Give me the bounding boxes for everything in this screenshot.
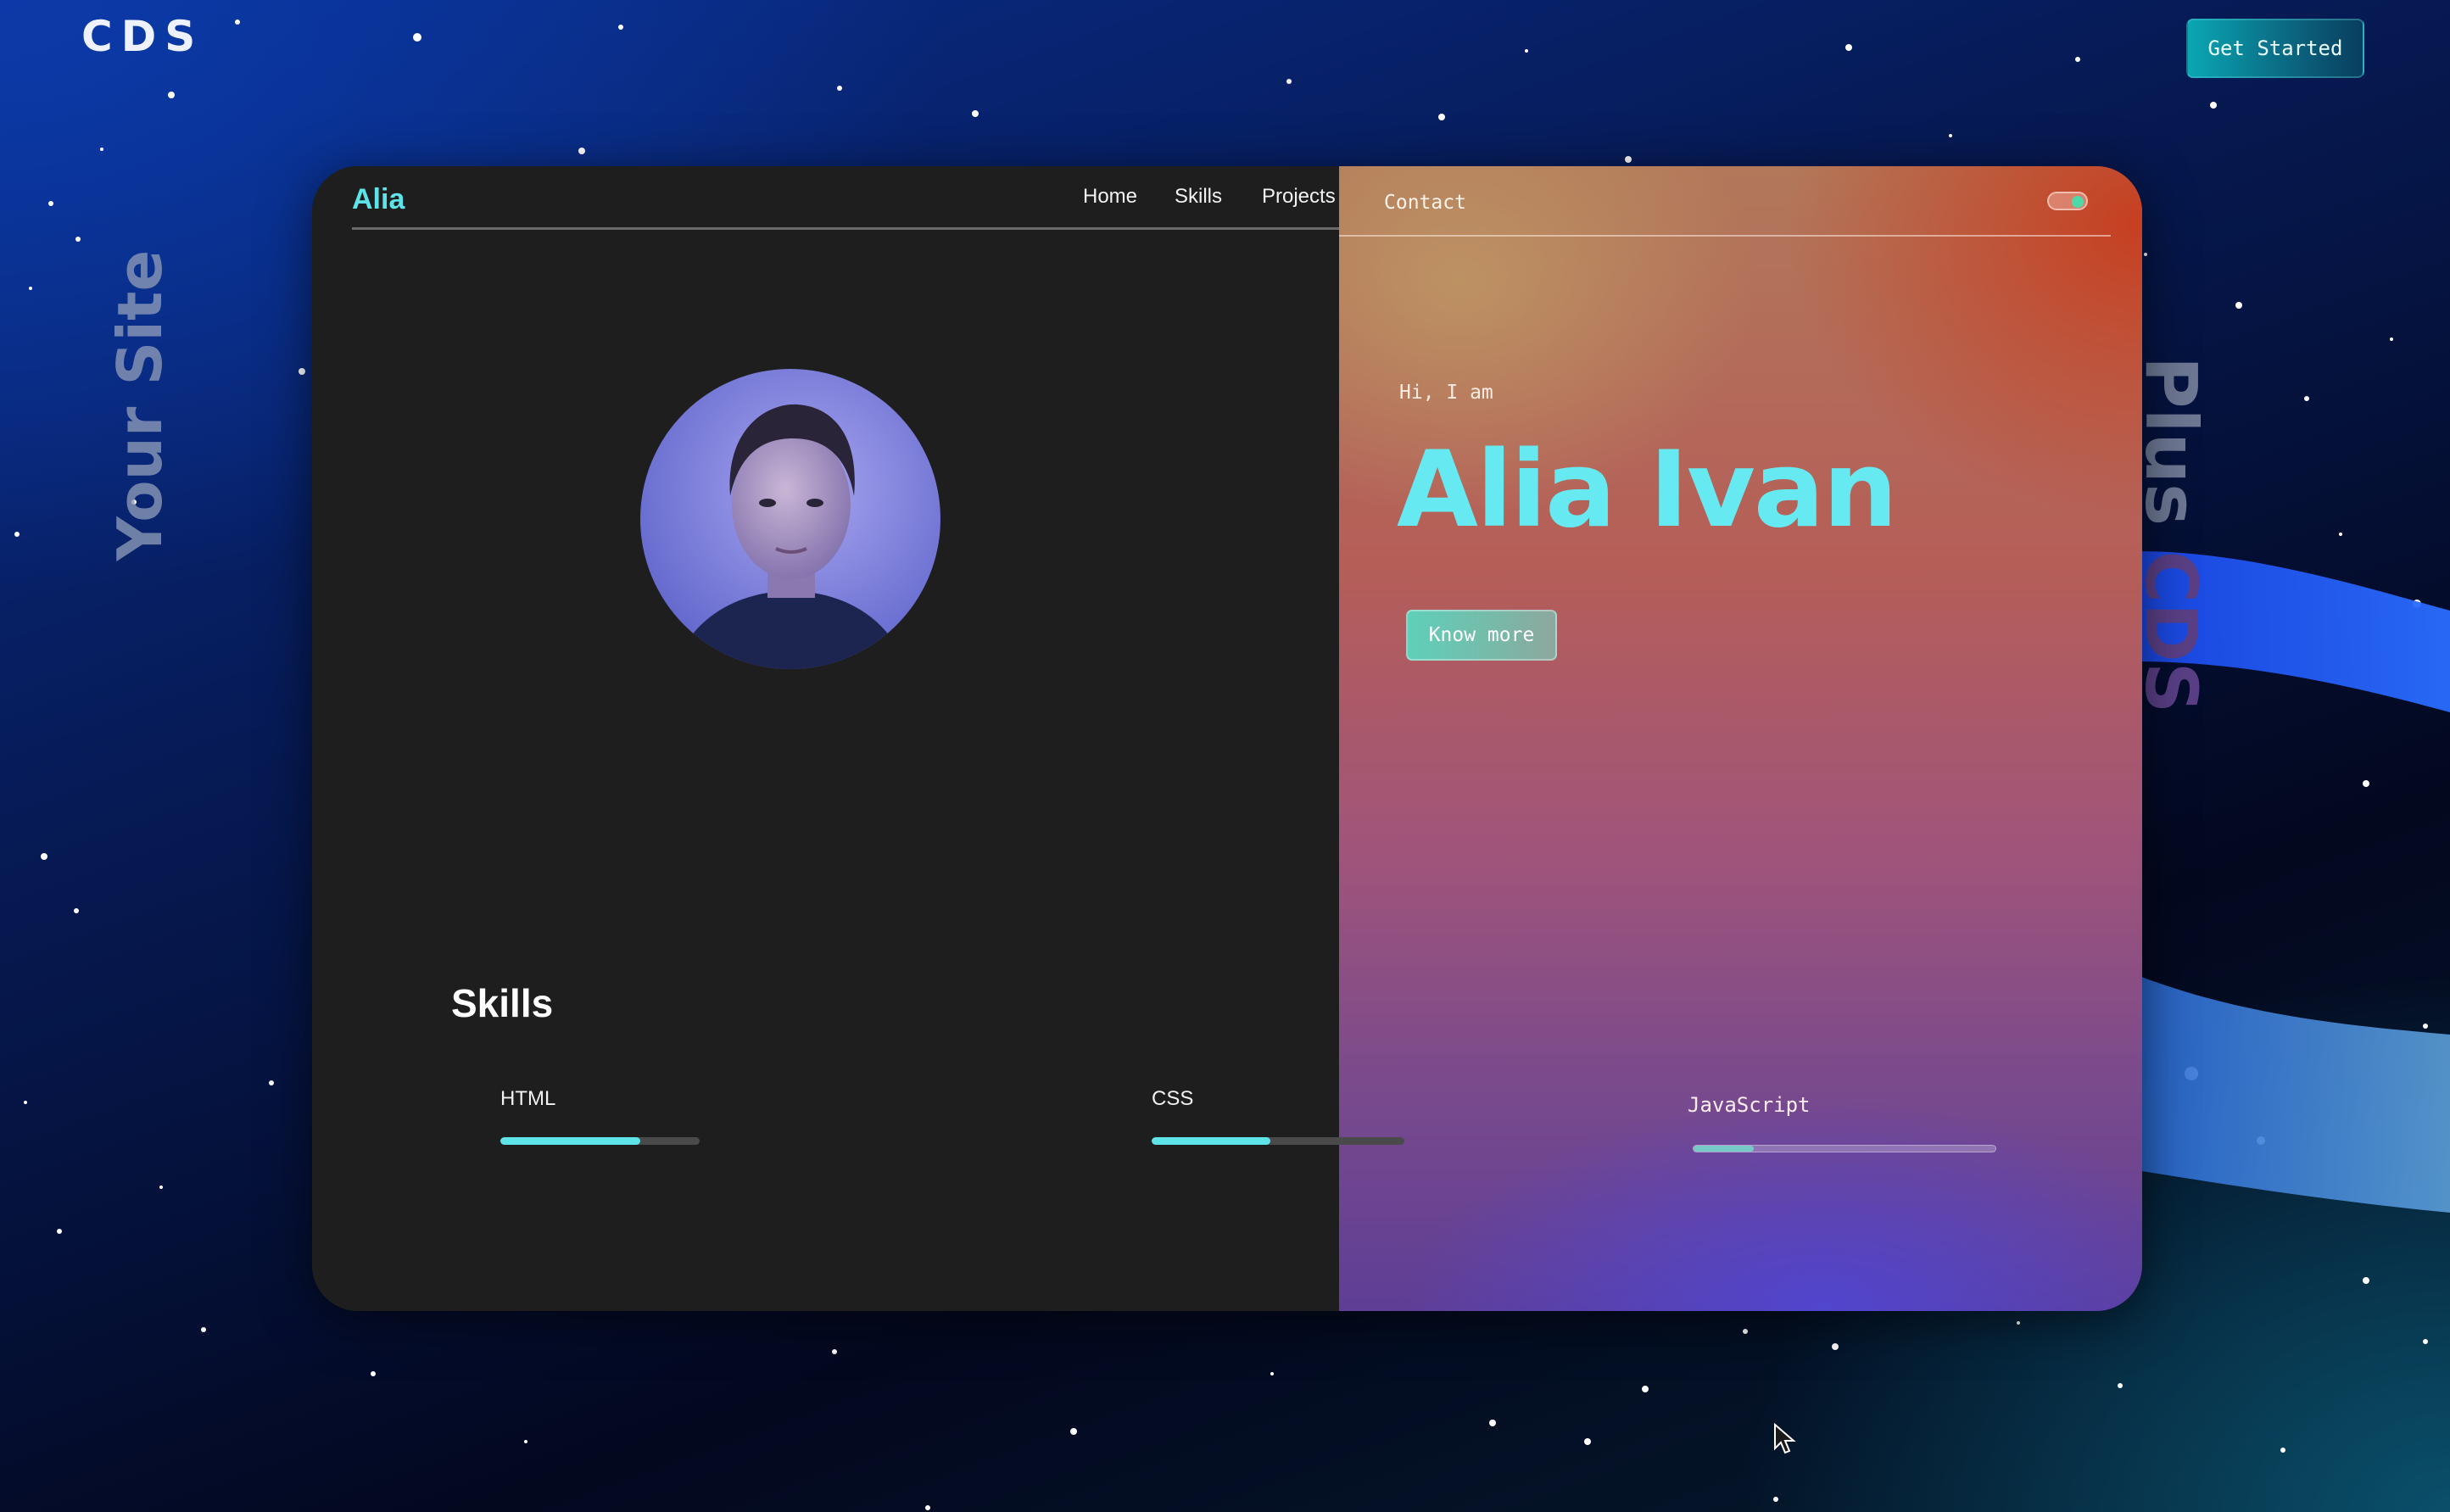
hero-name: Alia Ivan bbox=[1397, 429, 1898, 551]
skill-label-css: CSS bbox=[1152, 1087, 1194, 1110]
skill-bar-fill-css bbox=[1152, 1137, 1271, 1145]
mouse-cursor-icon bbox=[1774, 1423, 1796, 1454]
side-text-your-site: Your Site bbox=[104, 249, 176, 561]
side-text-plus-cds: Plus CDS bbox=[2129, 356, 2213, 797]
nav-contact[interactable]: Contact bbox=[1384, 192, 1466, 214]
skills-heading: Skills bbox=[451, 981, 554, 1025]
get-started-button[interactable]: Get Started bbox=[2186, 19, 2364, 78]
skill-bar-fill-javascript bbox=[1694, 1146, 1755, 1152]
nav-skills[interactable]: Skills bbox=[1175, 185, 1222, 209]
nav-home[interactable]: Home bbox=[1083, 185, 1137, 209]
skill-label-javascript: JavaScript bbox=[1688, 1093, 1811, 1117]
brand-logo[interactable]: CDS bbox=[81, 12, 204, 61]
theme-toggle[interactable] bbox=[2047, 192, 2088, 210]
toggle-knob bbox=[2072, 196, 2084, 208]
skill-bar-javascript bbox=[1693, 1145, 1996, 1152]
skill-bar-fill-html bbox=[500, 1137, 640, 1145]
site-logo[interactable]: Alia bbox=[352, 183, 405, 216]
skill-bar-html bbox=[500, 1137, 700, 1145]
skill-bar-css bbox=[1152, 1137, 1404, 1145]
site-preview-card: Alia Home Skills Projects Contact Hi, I … bbox=[312, 166, 2142, 1311]
know-more-button[interactable]: Know more bbox=[1406, 610, 1557, 661]
nav-divider-gradient bbox=[1339, 235, 2111, 237]
gradient-theme-panel bbox=[1339, 166, 2142, 1311]
nav-divider bbox=[352, 227, 1339, 230]
profile-avatar bbox=[640, 369, 940, 669]
nav-projects[interactable]: Projects bbox=[1262, 185, 1336, 209]
skill-label-html: HTML bbox=[500, 1087, 556, 1110]
hero-greeting: Hi, I am bbox=[1399, 382, 1493, 404]
